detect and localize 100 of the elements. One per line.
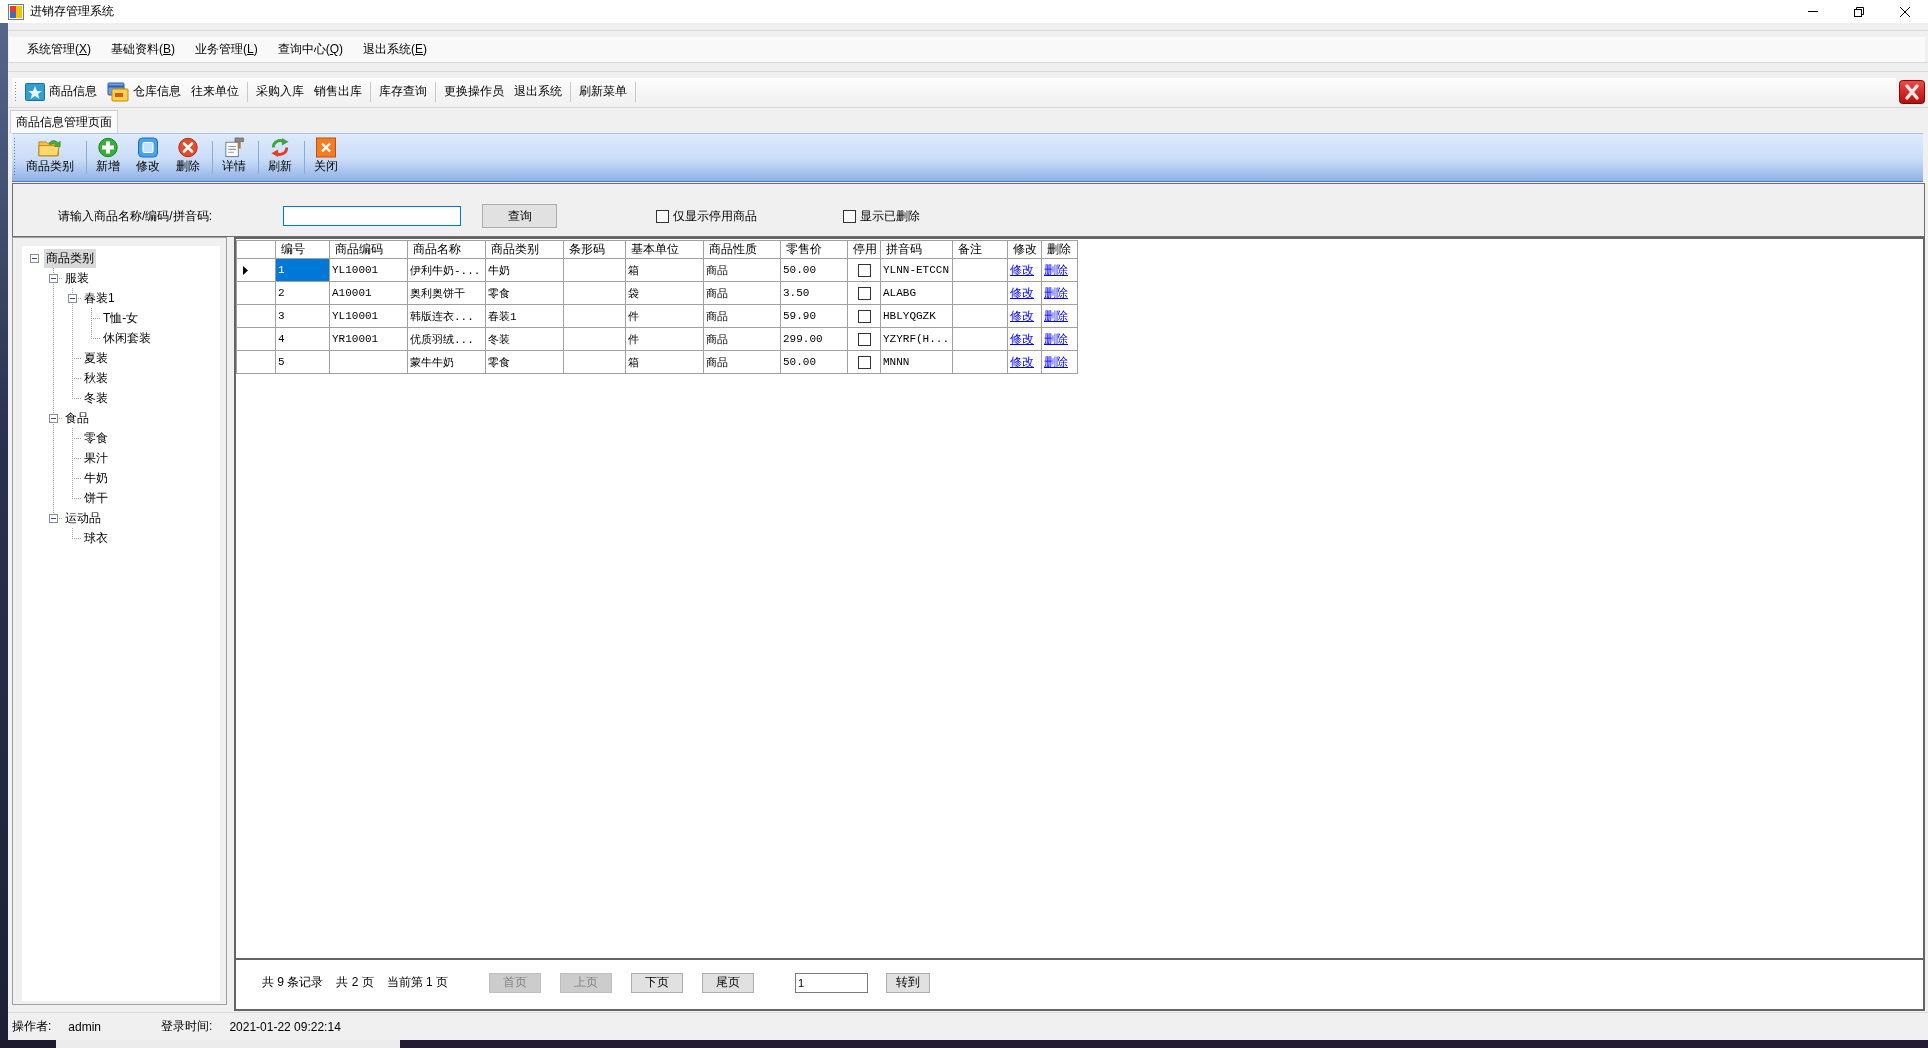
toolbar-button[interactable]: 库存查询 <box>374 80 432 103</box>
tree-item[interactable]: 球衣 <box>82 528 110 548</box>
tree-item[interactable]: 服装 <box>63 268 91 288</box>
tree-item[interactable]: 秋装 <box>82 368 110 388</box>
column-header[interactable]: 修改 <box>1007 240 1042 259</box>
tree-item[interactable]: 春装1 <box>82 288 117 308</box>
tree-item[interactable]: 食品 <box>63 408 91 428</box>
tree-item[interactable]: 夏装 <box>82 348 110 368</box>
minus-box-icon[interactable] <box>68 293 77 303</box>
minus-box-icon[interactable] <box>49 413 58 423</box>
table-cell: 韩版连衣... <box>407 304 486 328</box>
menu-item[interactable]: 系统管理(X) <box>17 41 101 58</box>
tree-item[interactable]: T恤-女 <box>101 308 141 328</box>
minus-box-icon[interactable] <box>49 273 58 283</box>
table-cell: 5 <box>275 350 330 374</box>
table-cell: HBLYQGZK <box>880 304 953 328</box>
column-header[interactable]: 拼音码 <box>880 240 953 259</box>
tree-item[interactable]: 零食 <box>82 428 110 448</box>
column-header[interactable]: 商品编码 <box>329 240 408 259</box>
pager-button[interactable]: 下页 <box>631 972 684 993</box>
column-header[interactable]: 零售价 <box>780 240 848 259</box>
minus-box-icon[interactable] <box>30 253 39 263</box>
table-cell: 零食 <box>485 350 564 374</box>
menu-item[interactable]: 业务管理(L) <box>185 41 268 58</box>
checkbox[interactable] <box>857 355 871 369</box>
toolbar-button[interactable]: 退出系统 <box>509 80 567 103</box>
checkbox[interactable] <box>857 309 871 323</box>
tree-item[interactable]: 果汁 <box>82 448 110 468</box>
toolbar-button[interactable]: 商品信息 <box>20 80 102 103</box>
column-header[interactable]: 基本单位 <box>625 240 704 259</box>
column-header[interactable]: 删除 <box>1041 240 1078 259</box>
column-header[interactable]: 停用 <box>847 240 881 259</box>
tree-item[interactable]: 商品类别 <box>44 248 96 268</box>
checkbox[interactable] <box>843 209 856 223</box>
table-cell: 伊利牛奶-... <box>407 258 486 282</box>
column-header[interactable]: 编号 <box>275 240 330 259</box>
toolbar-button[interactable]: 刷新 <box>261 134 299 181</box>
grip-icon[interactable] <box>13 138 16 177</box>
toolbar-button[interactable]: 更换操作员 <box>439 80 509 103</box>
menu-item[interactable]: 退出系统(E) <box>353 41 438 58</box>
go-button[interactable]: 转到 <box>886 972 931 993</box>
star-tile-icon <box>25 82 45 101</box>
table-cell: 50.00 <box>780 258 848 282</box>
table-cell: 件 <box>625 304 704 328</box>
restore-icon[interactable] <box>1854 6 1864 17</box>
toolbar-button[interactable]: 采购入库 <box>251 80 309 103</box>
menu-item[interactable]: 查询中心(Q) <box>267 41 354 58</box>
table-cell: MNNN <box>880 350 953 374</box>
column-header[interactable]: 备注 <box>952 240 1008 259</box>
status-label: 操作者: <box>12 1018 52 1035</box>
toolbar-button[interactable]: 详情 <box>215 134 253 181</box>
table-cell: 商品 <box>703 350 781 374</box>
toolbar-button[interactable]: 销售出库 <box>309 80 367 103</box>
pager-button[interactable]: 尾页 <box>702 972 755 993</box>
table-cell: 商品 <box>703 304 781 328</box>
checkbox-label[interactable]: 显示已删除 <box>860 207 920 225</box>
table-cell: YL10001 <box>329 304 408 328</box>
toolbar-button[interactable]: 删除 <box>169 134 207 181</box>
menu-item[interactable]: 基础资料(B) <box>101 41 186 58</box>
minus-box-icon[interactable] <box>49 513 58 523</box>
table-cell: 2 <box>275 281 330 305</box>
toolbar-button[interactable]: 刷新菜单 <box>574 80 632 103</box>
table-cell: 箱 <box>625 350 704 374</box>
tree-item[interactable]: 牛奶 <box>82 468 110 488</box>
tree-item[interactable]: 饼干 <box>82 488 110 508</box>
toolbar-button[interactable]: 修改 <box>129 134 167 181</box>
tab[interactable]: 商品信息管理页面 <box>10 110 118 133</box>
table-cell: 3.50 <box>780 281 848 305</box>
checkbox[interactable] <box>857 286 871 300</box>
table-cell: 冬装 <box>485 327 564 351</box>
app-icon <box>8 3 24 20</box>
checkbox[interactable] <box>857 263 871 277</box>
folder-icon <box>38 137 62 158</box>
toolbar-button[interactable]: 仓库信息 <box>102 80 186 103</box>
triangle-icon <box>243 265 248 275</box>
checkbox[interactable] <box>656 209 669 223</box>
column-header[interactable]: 商品名称 <box>407 240 486 259</box>
toolbar-button[interactable]: 新增 <box>89 134 127 181</box>
table-cell: 箱 <box>625 258 704 282</box>
pager-info: 当前第 1 页 <box>386 974 449 991</box>
tree-item[interactable]: 冬装 <box>82 388 110 408</box>
tree-item[interactable]: 运动品 <box>63 508 103 528</box>
tree-item[interactable]: 休闲套装 <box>101 328 153 348</box>
toolbar-button[interactable]: 往来单位 <box>186 80 244 103</box>
toolbar-button[interactable]: 商品类别 <box>19 134 81 181</box>
column-header[interactable]: 商品类别 <box>485 240 564 259</box>
checkbox-label[interactable]: 仅显示停用商品 <box>673 207 757 225</box>
page-field[interactable]: 1 <box>795 972 869 993</box>
close-icon[interactable] <box>1899 79 1925 104</box>
search-field[interactable] <box>283 206 461 226</box>
close-icon[interactable] <box>1900 6 1910 17</box>
grip-icon[interactable] <box>14 81 17 102</box>
toolbar-button[interactable]: 关闭 <box>307 134 345 181</box>
table-cell: 商品 <box>703 281 781 305</box>
column-header[interactable]: 商品性质 <box>703 240 781 259</box>
search-button[interactable]: 查询 <box>482 204 557 228</box>
checkbox[interactable] <box>857 332 871 346</box>
table-cell: 59.90 <box>780 304 848 328</box>
row-header[interactable] <box>236 258 276 282</box>
table-cell: 件 <box>625 327 704 351</box>
